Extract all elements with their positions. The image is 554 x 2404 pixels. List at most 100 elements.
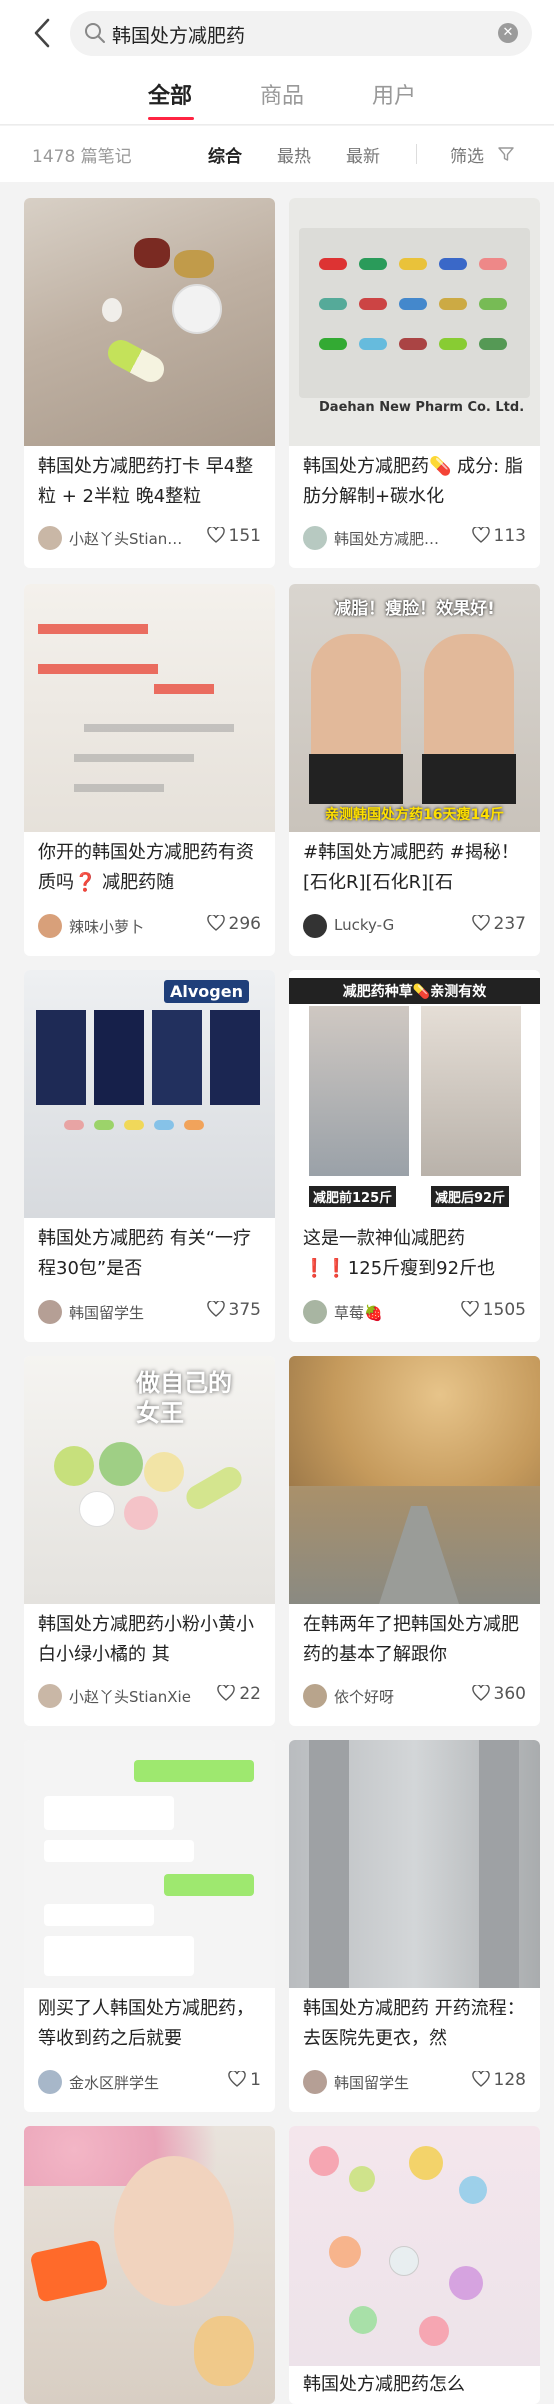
avatar — [303, 2070, 327, 2094]
note-card[interactable]: 做自己的女王 韩国处方减肥药小粉小黄小白小绿小橘的 其 小赵丫头StianXie… — [24, 1356, 275, 1726]
note-card[interactable]: 你开的韩国处方减肥药有资质吗❓ 减肥药随 辣味小萝卜 296 — [24, 584, 275, 956]
image-caption: 亲测韩国处方药16天瘦14斤 — [325, 807, 504, 823]
note-card[interactable]: 减肥药种草💊亲测有效 减肥前125斤 减肥后92斤 这是一款神仙减肥药❗❗125… — [289, 970, 540, 1342]
avatar — [303, 1684, 327, 1708]
filter-divider — [416, 144, 417, 164]
note-image: 减脂！瘦脸！效果好! 亲测韩国处方药16天瘦14斤 — [289, 584, 540, 832]
tab-all[interactable]: 全部 — [148, 78, 192, 110]
note-title: 刚买了人韩国处方减肥药，等收到药之后就要 — [38, 1998, 254, 2049]
clear-icon[interactable]: ✕ — [498, 23, 518, 43]
like-count[interactable]: 375 — [206, 1300, 261, 1320]
avatar — [38, 526, 62, 550]
note-image: Alvogen — [24, 970, 275, 1218]
heart-icon — [206, 915, 225, 931]
note-card[interactable]: 在韩两年了把韩国处方减肥药的基本了解跟你 依个好呀 360 — [289, 1356, 540, 1726]
image-after: 减肥后92斤 — [431, 1186, 510, 1207]
heart-icon — [471, 527, 490, 543]
avatar — [38, 1300, 62, 1324]
note-image — [24, 2126, 275, 2404]
tab-users[interactable]: 用户 — [372, 78, 416, 110]
author-name: 草莓🍓 — [334, 1304, 383, 1322]
note-title: 韩国处方减肥药 有关“一疗程30包”是否 — [38, 1228, 252, 1279]
back-icon[interactable] — [28, 16, 58, 50]
avatar — [303, 526, 327, 550]
note-title: 韩国处方减肥药💊 成分: 脂肪分解制+碳水化 — [303, 456, 523, 507]
heart-icon — [228, 2071, 246, 2087]
note-title: 韩国处方减肥药小粉小黄小白小绿小橘的 其 — [38, 1614, 254, 1665]
like-count[interactable]: 360 — [471, 1684, 526, 1704]
heart-icon — [217, 1685, 236, 1701]
note-card[interactable]: 刚买了人韩国处方减肥药，等收到药之后就要 金水区胖学生 1 — [24, 1740, 275, 2112]
avatar — [38, 2070, 62, 2094]
like-count[interactable]: 296 — [206, 914, 261, 934]
image-before: 减肥前125斤 — [309, 1186, 397, 1207]
heart-icon — [471, 2071, 490, 2087]
image-headline: 减肥药种草💊亲测有效 — [289, 978, 540, 1004]
note-card[interactable]: 韩国处方减肥药打卡 早4整粒 + 2半粒 晚4整粒 小赵丫头Stian… 151 — [24, 198, 275, 568]
image-caption: Daehan New Pharm Co. Ltd. — [319, 400, 525, 415]
filter-button[interactable]: 筛选 — [450, 142, 484, 167]
avatar — [38, 914, 62, 938]
avatar — [303, 1300, 327, 1324]
sort-comprehensive[interactable]: 综合 — [208, 142, 242, 167]
note-image — [24, 1740, 275, 1988]
top-bar: 韩国处方减肥药 ✕ — [0, 0, 554, 70]
author-name: 小赵丫头StianXie — [69, 1688, 191, 1706]
note-card[interactable]: 减脂！瘦脸！效果好! 亲测韩国处方药16天瘦14斤 #韩国处方减肥药 #揭秘！[… — [289, 584, 540, 956]
author-name: 韩国留学生 — [69, 1304, 145, 1322]
author-name: Lucky-G — [334, 916, 395, 934]
search-query: 韩国处方减肥药 — [112, 25, 246, 47]
like-count[interactable]: 22 — [217, 1684, 261, 1704]
note-image — [289, 2126, 540, 2366]
note-title: 韩国处方减肥药打卡 早4整粒 + 2半粒 晚4整粒 — [38, 456, 254, 507]
search-input[interactable]: 韩国处方减肥药 ✕ — [70, 11, 532, 56]
note-title: 你开的韩国处方减肥药有资质吗❓ 减肥药随 — [38, 842, 254, 893]
heart-icon — [471, 1685, 490, 1701]
avatar — [38, 1684, 62, 1708]
note-image — [24, 584, 275, 832]
note-card[interactable]: Alvogen 韩国处方减肥药 有关“一疗程30包”是否 韩国留学生 375 — [24, 970, 275, 1342]
image-brand: Alvogen — [164, 980, 249, 1003]
search-icon — [85, 23, 105, 43]
image-caption: 做自己的女王 — [136, 1369, 232, 1427]
like-count[interactable]: 1 — [228, 2070, 261, 2090]
note-title: 这是一款神仙减肥药❗❗125斤瘦到92斤也 — [303, 1228, 496, 1279]
like-count[interactable]: 113 — [471, 526, 526, 546]
sort-newest[interactable]: 最新 — [346, 142, 380, 167]
author-name: 依个好呀 — [334, 1688, 395, 1706]
like-count[interactable]: 128 — [471, 2070, 526, 2090]
note-title: #韩国处方减肥药 #揭秘！[石化R][石化R][石 — [303, 842, 519, 893]
note-image: 做自己的女王 — [24, 1356, 275, 1604]
like-count[interactable]: 151 — [206, 526, 261, 546]
note-image — [289, 1356, 540, 1604]
result-tabs: 全部 商品 用户 — [0, 70, 554, 125]
author-name: 金水区胖学生 — [69, 2074, 160, 2092]
heart-icon — [461, 1301, 479, 1317]
funnel-icon[interactable] — [498, 146, 514, 162]
tab-products[interactable]: 商品 — [260, 78, 304, 110]
note-card[interactable]: Daehan New Pharm Co. Ltd. 韩国处方减肥药💊 成分: 脂… — [289, 198, 540, 568]
heart-icon — [206, 527, 225, 543]
notes-count: 1478 篇笔记 — [32, 147, 132, 167]
tab-active-indicator — [148, 117, 194, 120]
avatar — [303, 914, 327, 938]
author-name: 韩国留学生 — [334, 2074, 410, 2092]
like-count[interactable]: 237 — [471, 914, 526, 934]
heart-icon — [206, 1301, 225, 1317]
filter-bar: 1478 篇笔记 综合 最热 最新 筛选 — [0, 126, 554, 182]
note-image: 减肥药种草💊亲测有效 减肥前125斤 减肥后92斤 — [289, 970, 540, 1218]
author-name: 韩国处方减肥… — [334, 530, 440, 548]
author-name: 辣味小萝卜 — [69, 918, 145, 936]
image-headline: 减脂！瘦脸！效果好! — [334, 599, 495, 619]
like-count[interactable]: 1505 — [461, 1300, 526, 1320]
sort-hottest[interactable]: 最热 — [277, 142, 311, 167]
author-name: 小赵丫头Stian… — [69, 530, 183, 548]
note-card[interactable]: 韩国处方减肥药 开药流程：去医院先更衣，然 韩国留学生 128 — [289, 1740, 540, 2112]
note-title: 韩国处方减肥药怎么 — [303, 2374, 465, 2395]
note-title: 在韩两年了把韩国处方减肥药的基本了解跟你 — [303, 1614, 519, 1665]
note-image: Daehan New Pharm Co. Ltd. — [289, 198, 540, 446]
note-card[interactable]: 韩国处方减肥药怎么 — [289, 2126, 540, 2404]
note-card[interactable] — [24, 2126, 275, 2404]
note-title: 韩国处方减肥药 开药流程：去医院先更衣，然 — [303, 1998, 525, 2049]
note-image — [24, 198, 275, 446]
